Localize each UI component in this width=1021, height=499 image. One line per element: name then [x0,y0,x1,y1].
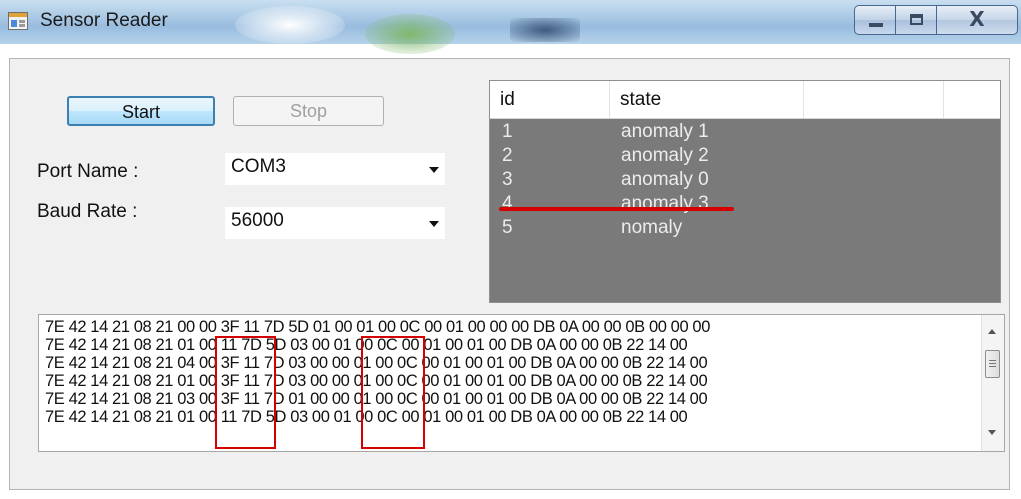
scroll-up-arrow-icon[interactable] [988,329,996,334]
column-header-id[interactable]: id [490,81,610,118]
row-state: anomaly 3 [621,193,709,214]
client-area: Start Stop Port Name : COM3 Baud Rate : … [9,58,1010,490]
stop-button[interactable]: Stop [233,96,384,126]
scroll-thumb[interactable] [985,350,1000,378]
vertical-scrollbar[interactable] [981,315,1004,451]
port-name-dropdown[interactable]: COM3 [225,153,445,185]
start-button[interactable]: Start [67,96,215,126]
row-id: 2 [502,145,513,166]
baud-rate-value: 56000 [231,210,284,231]
dropdown-arrow-icon[interactable] [429,167,439,173]
log-line: 7E 42 14 21 08 21 00 00 3F 11 7D 5D 01 0… [45,318,710,336]
window-title: Sensor Reader [40,10,168,31]
row-id: 5 [502,217,513,238]
minimize-button[interactable] [854,5,896,35]
close-icon: X [969,7,985,31]
maximize-icon [910,14,923,25]
row-state: anomaly 0 [621,169,709,190]
list-row[interactable]: 1 anomaly 1 [490,121,1000,145]
grip-line [989,363,996,364]
row-id: 3 [502,169,513,190]
title-bar-glass-reflection [235,6,345,44]
scroll-down-arrow-icon[interactable] [988,430,996,435]
highlight-box [361,336,425,449]
list-row[interactable]: 2 anomaly 2 [490,145,1000,169]
list-row[interactable]: 5 nomaly [490,217,1000,241]
title-bar-glass-reflection [365,14,455,54]
maximize-button[interactable] [895,5,937,35]
port-name-label: Port Name : [37,161,139,182]
state-list-view[interactable]: id state 1 anomaly 1 2 anomaly 2 3 anoma… [489,80,1001,303]
baud-rate-label: Baud Rate : [37,201,138,222]
row-state: anomaly 1 [621,121,709,142]
grip-line [989,360,996,361]
app-window-icon [8,12,28,30]
list-row[interactable]: 4 anomaly 3 [490,193,1000,217]
highlight-underline [499,207,734,211]
received-data-textbox[interactable]: 7E 42 14 21 08 21 00 00 3F 11 7D 5D 01 0… [38,314,1005,452]
row-state: anomaly 2 [621,145,709,166]
list-header: id state [490,81,1000,119]
close-button[interactable]: X [936,5,1018,35]
baud-rate-dropdown[interactable]: 56000 [225,207,445,239]
row-id: 1 [502,121,513,142]
dropdown-arrow-icon[interactable] [429,221,439,227]
row-id: 4 [502,193,513,214]
column-header-state[interactable]: state [610,81,804,118]
column-header-empty[interactable] [804,81,944,118]
list-row[interactable]: 3 anomaly 0 [490,169,1000,193]
title-bar[interactable]: Sensor Reader X [0,0,1021,54]
grip-line [989,366,996,367]
highlight-box [215,336,276,449]
port-name-value: COM3 [231,156,286,177]
minimize-icon [869,23,883,27]
row-state: nomaly [621,217,683,238]
title-bar-glass-reflection [510,18,580,42]
